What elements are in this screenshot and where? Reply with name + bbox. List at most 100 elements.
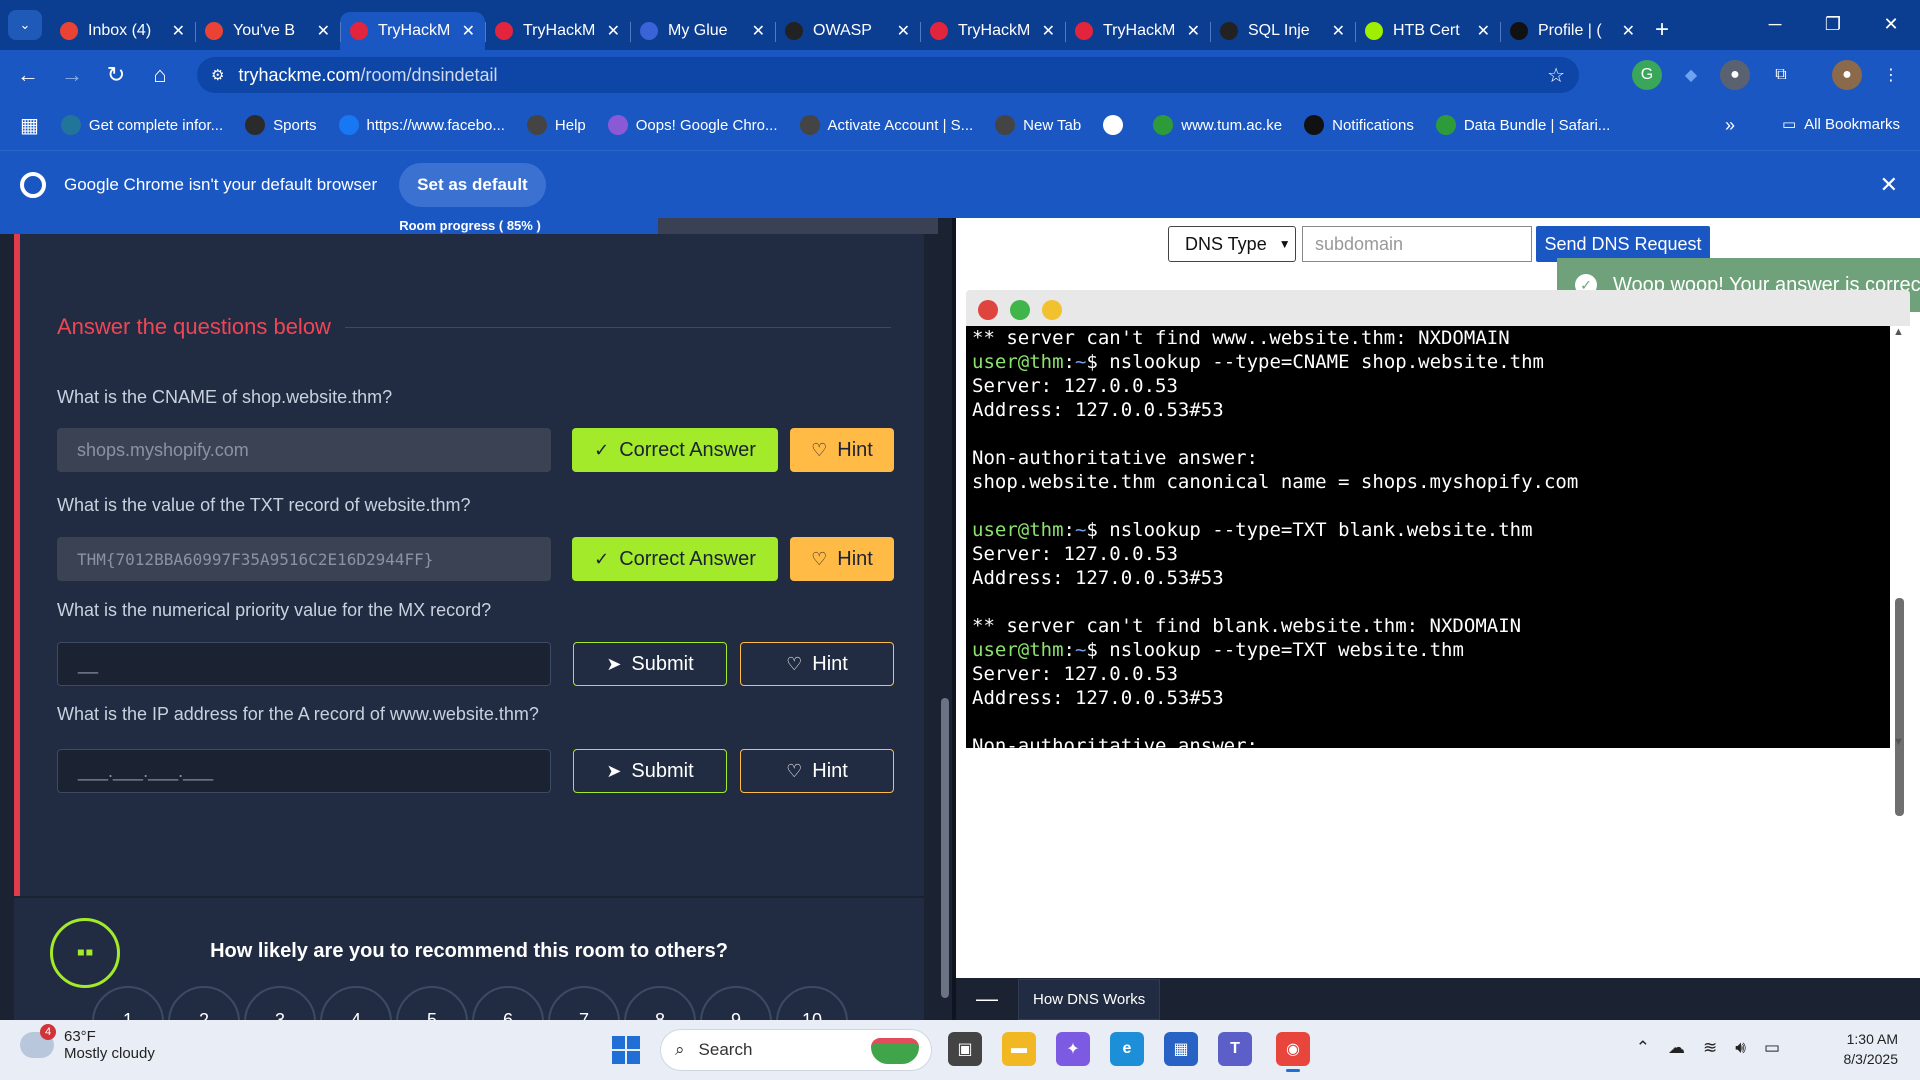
bookmark-item[interactable]: Notifications: [1304, 115, 1414, 135]
address-bar[interactable]: ⚙ tryhackme.com/room/dnsindetail ☆: [197, 57, 1579, 93]
bookmark-item[interactable]: New Tab: [995, 115, 1081, 135]
how-dns-works-tab[interactable]: How DNS Works: [1018, 978, 1161, 1020]
taskbar-search[interactable]: ⌕ Search: [660, 1029, 932, 1071]
scroll-down-icon[interactable]: ▼: [1893, 736, 1904, 748]
scroll-up-icon[interactable]: ▲: [1893, 326, 1904, 338]
all-bookmarks-button[interactable]: ▭ All Bookmarks: [1782, 115, 1900, 134]
copilot-icon[interactable]: ✦: [1056, 1032, 1090, 1066]
browser-tab[interactable]: Inbox (4) ✕: [50, 12, 195, 50]
file-explorer-icon[interactable]: ▬: [1002, 1032, 1036, 1066]
windows-start-icon[interactable]: [612, 1036, 640, 1064]
rating-option[interactable]: 1: [92, 986, 164, 1020]
task-view-icon[interactable]: ▣: [948, 1032, 982, 1066]
browser-tab[interactable]: TryHackM ✕: [485, 12, 630, 50]
close-tab-icon[interactable]: ✕: [752, 21, 765, 41]
close-tab-icon[interactable]: ✕: [172, 21, 185, 41]
tab-search-button[interactable]: ⌄: [8, 10, 42, 40]
new-tab-icon[interactable]: +: [1655, 16, 1669, 50]
browser-tab[interactable]: My Glue ✕: [630, 12, 775, 50]
teams-icon[interactable]: T: [1218, 1032, 1252, 1066]
browser-tab[interactable]: HTB Cert ✕: [1355, 12, 1500, 50]
rating-option[interactable]: 3: [244, 986, 316, 1020]
chevron-up-icon[interactable]: ⌃: [1636, 1038, 1650, 1058]
terminal-scrollbar[interactable]: ▲ ▼: [1890, 326, 1908, 816]
close-tab-icon[interactable]: ✕: [607, 21, 620, 41]
close-tab-icon[interactable]: ✕: [1187, 21, 1200, 41]
bookmark-item[interactable]: [1103, 115, 1131, 135]
bookmark-item[interactable]: Sports: [245, 115, 317, 135]
submit-button[interactable]: ➤ Submit: [573, 749, 727, 793]
edge-icon[interactable]: e: [1110, 1032, 1144, 1066]
send-dns-request-button[interactable]: Send DNS Request: [1536, 226, 1710, 262]
set-default-button[interactable]: Set as default: [399, 162, 546, 207]
answer-input-a-record[interactable]: ___.___.___.___: [57, 749, 551, 793]
wifi-icon[interactable]: ≋: [1703, 1038, 1717, 1058]
extension-diamond-icon[interactable]: ◆: [1676, 60, 1706, 90]
browser-tab[interactable]: TryHackM ✕: [1065, 12, 1210, 50]
collapse-icon[interactable]: —: [976, 986, 998, 1012]
rating-option[interactable]: 2: [168, 986, 240, 1020]
close-tab-icon[interactable]: ✕: [462, 21, 475, 41]
rating-option[interactable]: 9: [700, 986, 772, 1020]
bookmark-item[interactable]: Activate Account | S...: [799, 115, 973, 135]
close-tab-icon[interactable]: ✕: [1332, 21, 1345, 41]
grammarly-extension-icon[interactable]: G: [1632, 60, 1662, 90]
extensions-puzzle-icon[interactable]: ⧉: [1766, 60, 1796, 90]
close-tab-icon[interactable]: ✕: [1042, 21, 1055, 41]
close-tab-icon[interactable]: ✕: [1477, 21, 1490, 41]
answer-input-mx[interactable]: __: [57, 642, 551, 686]
browser-tab[interactable]: Profile | (✕: [1500, 12, 1645, 50]
rating-option[interactable]: 6: [472, 986, 544, 1020]
rating-option[interactable]: 7: [548, 986, 620, 1020]
volume-icon[interactable]: 🔊︎: [1735, 1038, 1746, 1058]
restore-icon[interactable]: ❐: [1804, 0, 1862, 48]
left-scrollbar[interactable]: [938, 218, 952, 1020]
rating-option[interactable]: 8: [624, 986, 696, 1020]
rating-option[interactable]: 4: [320, 986, 392, 1020]
onedrive-icon[interactable]: ☁: [1668, 1038, 1685, 1058]
bookmark-item[interactable]: Help: [526, 115, 586, 135]
hint-button[interactable]: ♡ Hint: [790, 537, 894, 581]
close-tab-icon[interactable]: ✕: [1622, 21, 1635, 41]
close-window-icon[interactable]: ✕: [1862, 0, 1920, 48]
browser-tab[interactable]: OWASP ✕: [775, 12, 920, 50]
terminal-maximize-dot[interactable]: [1010, 300, 1030, 320]
apps-grid-icon[interactable]: ▦: [20, 113, 39, 138]
terminal-minimize-dot[interactable]: [1042, 300, 1062, 320]
hint-button[interactable]: ♡ Hint: [740, 642, 894, 686]
rating-option[interactable]: 5: [396, 986, 468, 1020]
submit-button[interactable]: ➤ Submit: [573, 642, 727, 686]
close-tab-icon[interactable]: ✕: [317, 21, 330, 41]
profile-avatar[interactable]: ●: [1832, 60, 1862, 90]
site-info-icon[interactable]: ⚙: [211, 66, 224, 84]
battery-icon[interactable]: ▭: [1764, 1038, 1780, 1058]
dns-type-select[interactable]: DNS Type ▼: [1168, 226, 1296, 262]
browser-tab[interactable]: TryHackM ✕: [920, 12, 1065, 50]
bookmark-item[interactable]: www.tum.ac.ke: [1153, 115, 1282, 135]
bookmark-item[interactable]: Get complete infor...: [60, 115, 223, 135]
bookmarks-overflow-icon[interactable]: »: [1725, 115, 1735, 136]
home-icon[interactable]: ⌂: [138, 55, 182, 95]
reload-icon[interactable]: ↻: [94, 55, 138, 95]
bookmark-star-icon[interactable]: ☆: [1547, 63, 1565, 88]
weather-widget[interactable]: 4 63°F Mostly cloudy: [20, 1024, 155, 1062]
minimize-icon[interactable]: ─: [1746, 0, 1804, 48]
forward-icon[interactable]: →: [50, 55, 94, 95]
terminal-close-dot[interactable]: [978, 300, 998, 320]
back-icon[interactable]: ←: [6, 55, 50, 95]
terminal-scrollbar-thumb[interactable]: [1895, 598, 1904, 816]
chrome-icon[interactable]: ◉: [1276, 1032, 1310, 1072]
left-scrollbar-thumb[interactable]: [941, 698, 949, 998]
bookmark-item[interactable]: Data Bundle | Safari...: [1435, 115, 1610, 135]
terminal-output[interactable]: ** server can't find www..website.thm: N…: [966, 326, 1902, 748]
browser-tab[interactable]: SQL Inje ✕: [1210, 12, 1355, 50]
hint-button[interactable]: ♡ Hint: [790, 428, 894, 472]
subdomain-input[interactable]: subdomain: [1302, 226, 1532, 262]
bookmark-item[interactable]: https://www.facebo...: [338, 115, 505, 135]
browser-tab[interactable]: TryHackM ✕: [340, 12, 485, 50]
close-infobar-icon[interactable]: ✕: [1880, 172, 1898, 198]
store-icon[interactable]: ▦: [1164, 1032, 1198, 1066]
rating-option[interactable]: 10: [776, 986, 848, 1020]
clock[interactable]: 1:30 AM 8/3/2025: [1844, 1029, 1899, 1069]
extension-cookie-icon[interactable]: ●: [1720, 60, 1750, 90]
